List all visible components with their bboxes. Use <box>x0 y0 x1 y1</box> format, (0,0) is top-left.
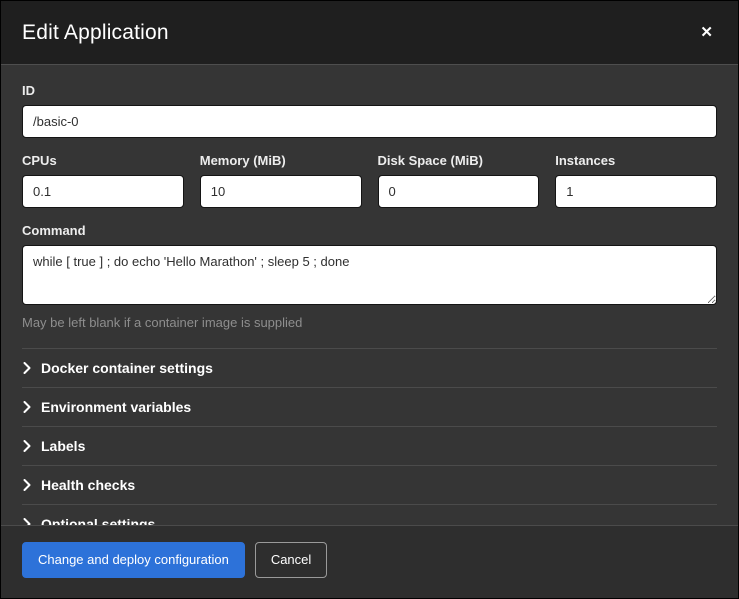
command-textarea[interactable]: while [ true ] ; do echo 'Hello Marathon… <box>22 245 717 305</box>
id-field-group: ID <box>22 83 717 138</box>
edit-application-modal: Edit Application ✕ ID CPUs Memory (MiB) … <box>0 0 739 599</box>
disk-field-group: Disk Space (MiB) <box>378 153 540 208</box>
resources-row: CPUs Memory (MiB) Disk Space (MiB) Insta… <box>22 153 717 208</box>
section-label: Docker container settings <box>41 360 213 376</box>
id-label: ID <box>22 83 717 98</box>
modal-title: Edit Application <box>22 21 169 45</box>
disk-label: Disk Space (MiB) <box>378 153 540 168</box>
cancel-button[interactable]: Cancel <box>255 542 327 578</box>
command-help-text: May be left blank if a container image i… <box>22 315 717 330</box>
memory-field-group: Memory (MiB) <box>200 153 362 208</box>
close-icon[interactable]: ✕ <box>696 21 717 44</box>
instances-label: Instances <box>555 153 717 168</box>
cpus-field-group: CPUs <box>22 153 184 208</box>
chevron-right-icon <box>22 518 32 525</box>
accordion: Docker container settings Environment va… <box>22 348 717 525</box>
memory-input[interactable] <box>200 175 362 208</box>
disk-input[interactable] <box>378 175 540 208</box>
section-optional-settings[interactable]: Optional settings <box>22 504 717 525</box>
modal-header: Edit Application ✕ <box>1 1 738 65</box>
instances-field-group: Instances <box>555 153 717 208</box>
section-docker-container-settings[interactable]: Docker container settings <box>22 348 717 387</box>
instances-input[interactable] <box>555 175 717 208</box>
section-environment-variables[interactable]: Environment variables <box>22 387 717 426</box>
chevron-right-icon <box>22 479 32 491</box>
modal-body: ID CPUs Memory (MiB) Disk Space (MiB) In… <box>1 65 738 525</box>
command-label: Command <box>22 223 717 238</box>
section-label: Health checks <box>41 477 135 493</box>
modal-footer: Change and deploy configuration Cancel <box>1 525 738 598</box>
cpus-input[interactable] <box>22 175 184 208</box>
section-label: Optional settings <box>41 516 155 525</box>
command-field-group: Command while [ true ] ; do echo 'Hello … <box>22 223 717 330</box>
id-input[interactable] <box>22 105 717 138</box>
cpus-label: CPUs <box>22 153 184 168</box>
memory-label: Memory (MiB) <box>200 153 362 168</box>
chevron-right-icon <box>22 401 32 413</box>
chevron-right-icon <box>22 362 32 374</box>
chevron-right-icon <box>22 440 32 452</box>
section-label: Environment variables <box>41 399 191 415</box>
change-and-deploy-button[interactable]: Change and deploy configuration <box>22 542 245 578</box>
section-labels[interactable]: Labels <box>22 426 717 465</box>
section-label: Labels <box>41 438 85 454</box>
section-health-checks[interactable]: Health checks <box>22 465 717 504</box>
